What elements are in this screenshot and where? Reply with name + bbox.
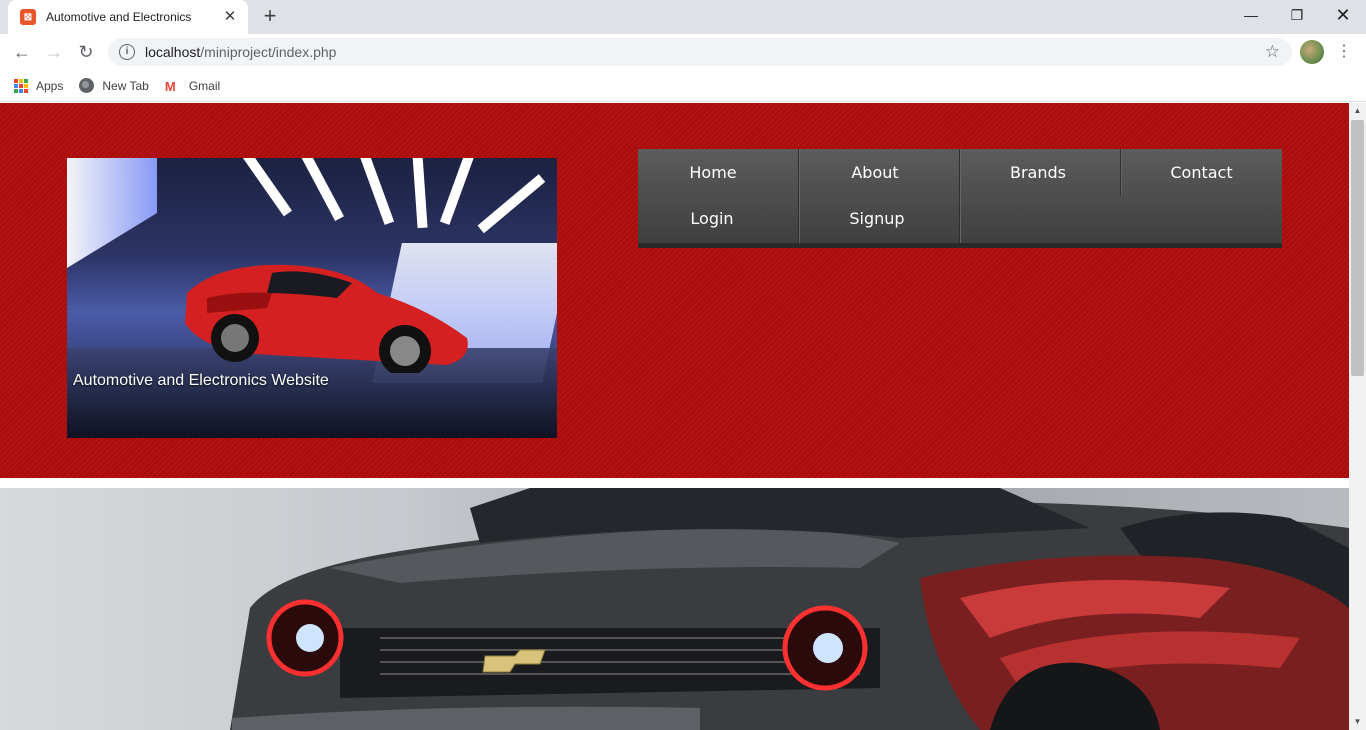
hero-car-image xyxy=(0,488,1349,730)
browser-tab[interactable]: ⊠ Automotive and Electronics ✕ xyxy=(8,0,248,34)
xampp-favicon-icon: ⊠ xyxy=(20,9,36,25)
minimize-icon[interactable]: — xyxy=(1228,0,1274,30)
nav-contact[interactable]: Contact xyxy=(1121,149,1282,195)
banner-image: Automotive and Electronics Website xyxy=(67,158,557,438)
scroll-up-arrow-icon[interactable]: ▲ xyxy=(1349,103,1366,119)
bookmark-star-icon[interactable]: ☆ xyxy=(1265,42,1280,62)
red-car-illustration xyxy=(185,264,468,373)
url-host: localhost xyxy=(145,44,201,60)
page-scrollbar[interactable]: ▲ ▼ xyxy=(1349,103,1366,730)
scroll-thumb[interactable] xyxy=(1351,120,1364,376)
main-navigation: Home About Brands Contact Login Signup xyxy=(638,149,1282,248)
bookmark-label: Apps xyxy=(36,78,64,93)
ceiling-light xyxy=(439,158,477,225)
back-arrow-icon[interactable]: ← xyxy=(8,38,36,66)
banner-light-left xyxy=(67,158,157,268)
ceiling-light xyxy=(477,174,546,234)
bookmark-label: Gmail xyxy=(188,78,221,93)
site-info-icon[interactable]: i xyxy=(119,44,135,60)
site-header: Automotive and Electronics Website Home … xyxy=(0,103,1349,478)
window-close-icon[interactable]: ✕ xyxy=(1320,0,1366,30)
new-tab-icon[interactable]: + xyxy=(258,5,282,29)
kebab-menu-icon[interactable]: ⋮ xyxy=(1336,42,1352,62)
ceiling-light xyxy=(357,158,395,225)
apps-icon xyxy=(14,78,28,93)
nav-signup[interactable]: Signup xyxy=(799,195,955,241)
url-path: /miniproject/index.php xyxy=(200,44,337,60)
banner-caption: Automotive and Electronics Website xyxy=(73,372,329,389)
page-viewport: Automotive and Electronics Website Home … xyxy=(0,103,1349,730)
close-tab-icon[interactable]: ✕ xyxy=(222,9,238,25)
bookmark-new-tab[interactable]: New Tab xyxy=(79,78,149,93)
profile-avatar[interactable] xyxy=(1300,40,1324,64)
url-text: localhost/miniproject/index.php xyxy=(145,44,336,60)
tab-strip: ⊠ Automotive and Electronics ✕ + — ❐ ✕ xyxy=(0,0,1366,34)
ceiling-light xyxy=(412,158,428,229)
nav-login[interactable]: Login xyxy=(638,195,786,241)
camaro-illustration xyxy=(230,488,1349,730)
globe-icon xyxy=(79,78,95,93)
reload-icon[interactable]: ↻ xyxy=(72,38,100,66)
nav-brands[interactable]: Brands xyxy=(960,149,1116,195)
restore-icon[interactable]: ❐ xyxy=(1274,0,1320,30)
bookmark-apps[interactable]: Apps xyxy=(14,78,64,93)
browser-toolbar: ← → ↻ i localhost/miniproject/index.php … xyxy=(0,34,1366,70)
tab-title: Automotive and Electronics xyxy=(46,10,192,24)
scroll-down-arrow-icon[interactable]: ▼ xyxy=(1349,714,1366,730)
ceiling-light xyxy=(297,158,344,221)
forward-arrow-icon[interactable]: → xyxy=(40,38,68,66)
address-bar[interactable]: i localhost/miniproject/index.php ☆ xyxy=(108,38,1292,66)
bookmark-gmail[interactable]: M Gmail xyxy=(165,79,220,93)
ceiling-light xyxy=(237,158,292,217)
bookmark-label: New Tab xyxy=(102,78,149,93)
bookmarks-bar: Apps New Tab M Gmail xyxy=(0,70,1366,102)
nav-home[interactable]: Home xyxy=(638,149,788,195)
gmail-icon: M xyxy=(164,78,176,94)
nav-about[interactable]: About xyxy=(799,149,951,195)
